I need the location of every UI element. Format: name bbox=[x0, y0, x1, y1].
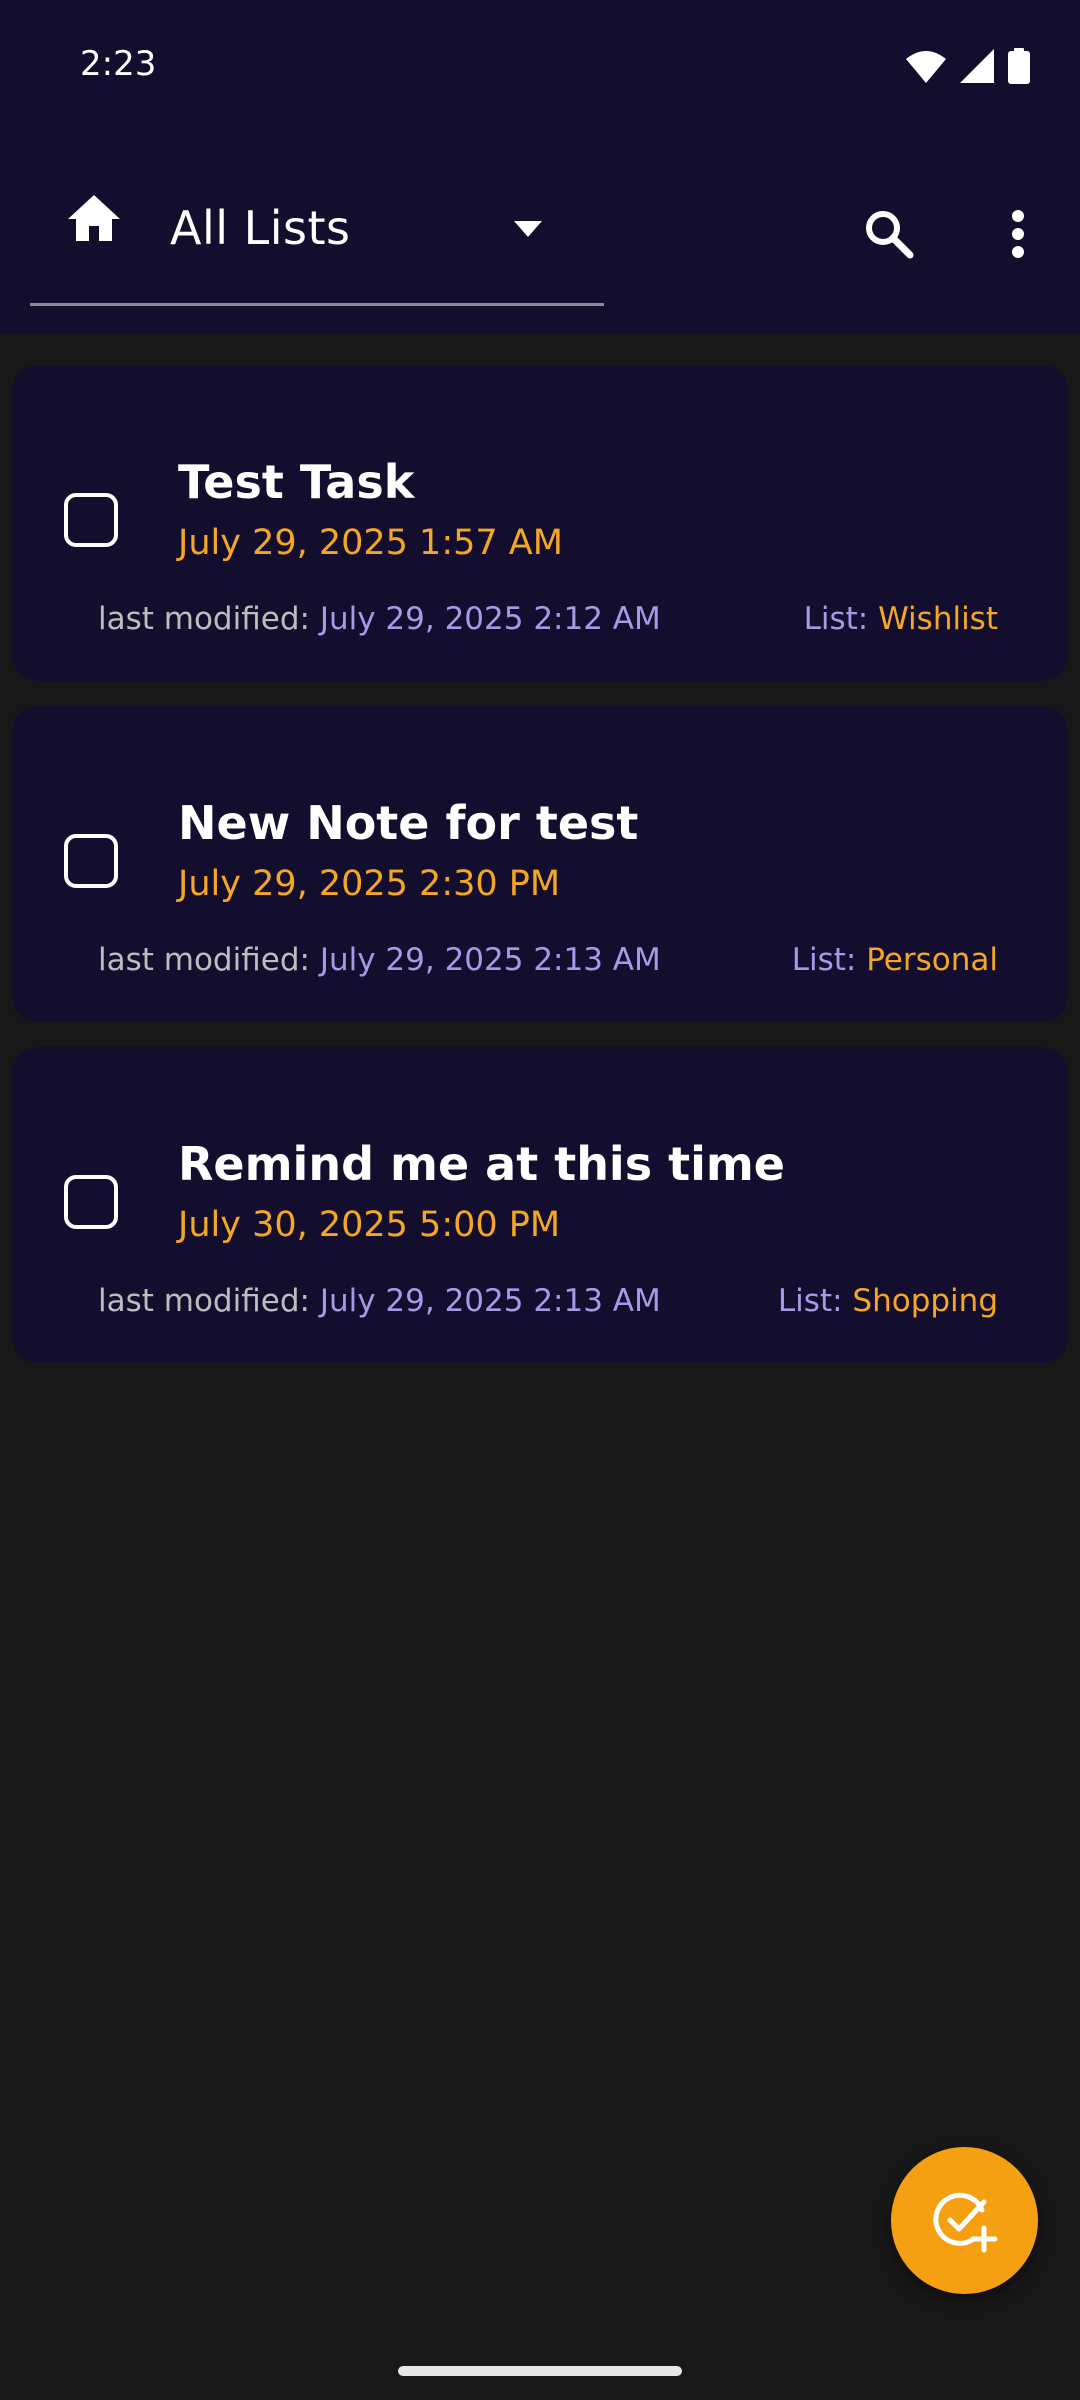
task-card[interactable]: New Note for test July 29, 2025 2:30 PM … bbox=[12, 706, 1068, 1022]
last-modified-label: last modified: bbox=[98, 942, 310, 978]
more-vert-icon[interactable] bbox=[1005, 209, 1031, 259]
last-modified-label: last modified: bbox=[98, 601, 310, 637]
task-list: List: Shopping bbox=[778, 1283, 998, 1319]
list-label: List: bbox=[791, 942, 857, 978]
list-name: Shopping bbox=[852, 1283, 998, 1319]
task-card[interactable]: Remind me at this time July 30, 2025 5:0… bbox=[12, 1047, 1068, 1363]
status-bar: 2:23 bbox=[0, 0, 1080, 135]
task-title: Test Task bbox=[178, 455, 415, 509]
wifi-icon bbox=[906, 51, 946, 83]
task-list: List: Wishlist bbox=[804, 601, 998, 637]
arrow-drop-down-icon bbox=[514, 221, 542, 237]
task-list: List: Personal bbox=[792, 942, 998, 978]
home-icon bbox=[68, 195, 120, 241]
task-card[interactable]: Test Task July 29, 2025 1:57 AM last mod… bbox=[12, 365, 1068, 681]
list-name: Personal bbox=[866, 942, 998, 978]
last-modified: last modified: July 29, 2025 2:12 AM bbox=[98, 601, 661, 637]
last-modified-value: July 29, 2025 2:12 AM bbox=[319, 601, 661, 637]
list-label: List: bbox=[803, 601, 869, 637]
list-label: List: bbox=[777, 1283, 843, 1319]
task-due-date: July 29, 2025 2:30 PM bbox=[178, 864, 561, 904]
last-modified: last modified: July 29, 2025 2:13 AM bbox=[98, 942, 661, 978]
task-checkbox[interactable] bbox=[64, 493, 118, 547]
last-modified-label: last modified: bbox=[98, 1283, 310, 1319]
task-due-date: July 30, 2025 5:00 PM bbox=[178, 1205, 561, 1245]
gesture-nav-handle[interactable] bbox=[398, 2366, 682, 2376]
app-bar: All Lists bbox=[0, 135, 1080, 333]
signal-icon bbox=[960, 49, 994, 83]
task-title: New Note for test bbox=[178, 796, 639, 850]
task-title: Remind me at this time bbox=[178, 1137, 785, 1191]
last-modified: last modified: July 29, 2025 2:13 AM bbox=[98, 1283, 661, 1319]
task-due-date: July 29, 2025 1:57 AM bbox=[178, 523, 563, 563]
task-meta: last modified: July 29, 2025 2:13 AM Lis… bbox=[98, 942, 998, 978]
add-task-fab[interactable] bbox=[891, 2147, 1038, 2294]
status-time: 2:23 bbox=[80, 44, 157, 84]
task-meta: last modified: July 29, 2025 2:12 AM Lis… bbox=[98, 601, 998, 637]
list-selector-dropdown[interactable]: All Lists bbox=[30, 135, 604, 306]
task-checkbox[interactable] bbox=[64, 1175, 118, 1229]
task-meta: last modified: July 29, 2025 2:13 AM Lis… bbox=[98, 1283, 998, 1319]
battery-icon bbox=[1008, 48, 1030, 84]
last-modified-value: July 29, 2025 2:13 AM bbox=[319, 1283, 661, 1319]
list-name: Wishlist bbox=[878, 601, 998, 637]
add-task-icon bbox=[932, 2192, 997, 2252]
search-icon[interactable] bbox=[864, 209, 914, 259]
last-modified-value: July 29, 2025 2:13 AM bbox=[319, 942, 661, 978]
status-icons bbox=[906, 48, 1030, 84]
list-selector-label: All Lists bbox=[170, 201, 351, 255]
task-checkbox[interactable] bbox=[64, 834, 118, 888]
